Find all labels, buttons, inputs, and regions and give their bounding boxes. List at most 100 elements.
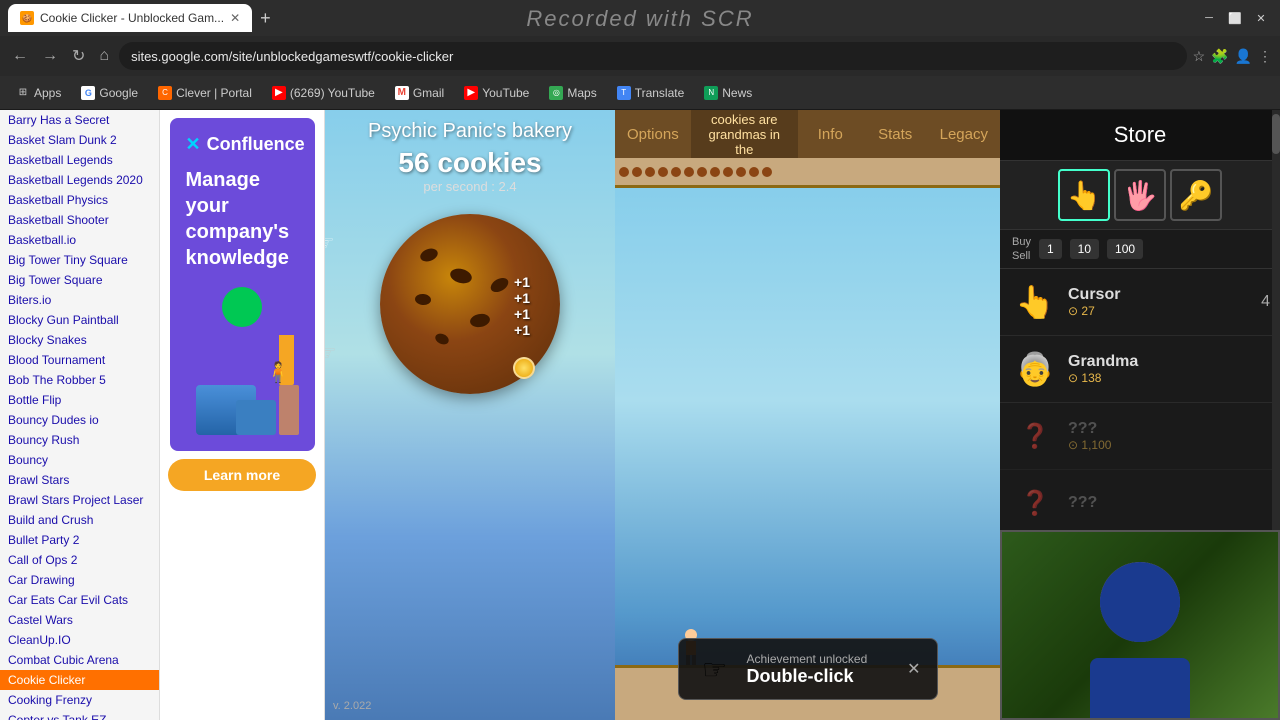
locked-2-info: ??? (1068, 494, 1262, 512)
sidebar-item-bob[interactable]: Bob The Robber 5 (0, 370, 159, 390)
reload-btn[interactable]: ↻ (68, 42, 89, 70)
sidebar-item-build-crush[interactable]: Build and Crush (0, 510, 159, 530)
sidebar-item-biters[interactable]: Biters.io (0, 290, 159, 310)
close-btn[interactable]: ✕ (1250, 7, 1272, 29)
cursor-select-1[interactable]: 👆 (1058, 169, 1110, 221)
achievement-title: Achievement unlocked (747, 652, 868, 666)
store-item-locked-2[interactable]: ❓ ??? (1000, 470, 1280, 537)
achievement-text: Achievement unlocked Double-click (747, 652, 868, 687)
bookmarks-bar: ⊞ Apps G Google C Clever | Portal ▶ (626… (0, 76, 1280, 110)
sidebar-item-bball-legends-2020[interactable]: Basketball Legends 2020 (0, 170, 159, 190)
bookmark-icon[interactable]: ☆ (1193, 48, 1206, 65)
middle-panel: Options You're cookies are grandmas in t… (615, 110, 1000, 720)
cursor-select-2[interactable]: 🖐 (1114, 169, 1166, 221)
sidebar-item-bouncy[interactable]: Bouncy (0, 450, 159, 470)
menu-icon[interactable]: ⋮ (1258, 48, 1272, 65)
bm-maps[interactable]: ◎ Maps (541, 82, 604, 104)
game-area: Psychic Panic's bakery 56 cookies per se… (325, 110, 1280, 720)
sidebar-item-bottle[interactable]: Bottle Flip (0, 390, 159, 410)
sidebar-item-car-eats[interactable]: Car Eats Car Evil Cats (0, 590, 159, 610)
news-icon: N (704, 86, 718, 100)
sidebar-item-bullet-party[interactable]: Bullet Party 2 (0, 530, 159, 550)
maps-icon: ◎ (549, 86, 563, 100)
sidebar-item-copter[interactable]: Copter vs Tank EZ (0, 710, 159, 720)
store-item-grandma[interactable]: 👵 Grandma ⊙ 138 (1000, 336, 1280, 403)
tab-close-btn[interactable]: ✕ (230, 11, 240, 25)
ad-container: ✕ Confluence Manage your company's knowl… (160, 110, 325, 720)
bm-news[interactable]: N News (696, 82, 760, 104)
sidebar-item-brawl-stars[interactable]: Brawl Stars (0, 470, 159, 490)
sidebar-item-cleanup[interactable]: CleanUp.IO (0, 630, 159, 650)
bm-gmail-label: Gmail (413, 86, 444, 100)
active-tab[interactable]: 🍪 Cookie Clicker - Unblocked Gam... ✕ (8, 4, 252, 32)
address-bar: ← → ↻ ⌂ ☆ 🧩 👤 ⋮ (0, 36, 1280, 76)
sidebar-item-cooking[interactable]: Cooking Frenzy (0, 690, 159, 710)
ad-illustration: 🧍 (186, 335, 299, 435)
sidebar-item-bball-legends[interactable]: Basketball Legends (0, 150, 159, 170)
bm-translate[interactable]: T Translate (609, 82, 693, 104)
sidebar-item-bouncy-dudes[interactable]: Bouncy Dudes io (0, 410, 159, 430)
grandma-store-icon: 👵 (1010, 344, 1060, 394)
sidebar-item-blocky-snakes[interactable]: Blocky Snakes (0, 330, 159, 350)
sidebar-item-car-drawing[interactable]: Car Drawing (0, 570, 159, 590)
sidebar-item-brawl-project[interactable]: Brawl Stars Project Laser (0, 490, 159, 510)
home-btn[interactable]: ⌂ (95, 43, 113, 69)
bm-gmail[interactable]: M Gmail (387, 82, 452, 104)
sidebar-item-barry[interactable]: Barry Has a Secret (0, 110, 159, 130)
locked-2-name: ??? (1068, 494, 1262, 512)
options-btn[interactable]: Options (615, 110, 691, 158)
sidebar-item-bouncy-rush[interactable]: Bouncy Rush (0, 430, 159, 450)
sidebar-item-combat[interactable]: Combat Cubic Arena (0, 650, 159, 670)
qty-10-btn[interactable]: 10 (1070, 239, 1099, 259)
sidebar-item-basket[interactable]: Basket Slam Dunk 2 (0, 130, 159, 150)
cursor-name: Cursor (1068, 286, 1253, 304)
cursor-select-3[interactable]: 🔑 (1170, 169, 1222, 221)
bm-youtube[interactable]: ▶ YouTube (456, 82, 537, 104)
confluence-icon: ✕ (186, 134, 201, 155)
qty-1-btn[interactable]: 1 (1039, 239, 1062, 259)
forward-btn[interactable]: → (38, 43, 62, 69)
legacy-btn[interactable]: Legacy (928, 110, 1000, 158)
sidebar-item-big-tower-square[interactable]: Big Tower Square (0, 270, 159, 290)
grandma-cost: ⊙ 138 (1068, 371, 1262, 385)
main-content: Barry Has a Secret Basket Slam Dunk 2 Ba… (0, 110, 1280, 720)
bm-google[interactable]: G Google (73, 82, 146, 104)
info-btn[interactable]: Info (798, 110, 863, 158)
webcam-head (1100, 562, 1180, 642)
back-btn[interactable]: ← (8, 43, 32, 69)
bm-clever[interactable]: C Clever | Portal (150, 82, 260, 104)
buy-sell-row: Buy Sell 1 10 100 (1000, 230, 1280, 269)
apps-icon: ⊞ (16, 86, 30, 100)
sidebar-item-blood[interactable]: Blood Tournament (0, 350, 159, 370)
translate-icon: T (617, 86, 631, 100)
ad-learn-btn[interactable]: Learn more (168, 459, 316, 491)
sidebar-item-call-ops[interactable]: Call of Ops 2 (0, 550, 159, 570)
sidebar-item-blocky-gun[interactable]: Blocky Gun Paintball (0, 310, 159, 330)
bm-yt-count[interactable]: ▶ (6269) YouTube (264, 82, 383, 104)
address-input[interactable] (119, 42, 1186, 70)
profile-icon[interactable]: 👤 (1235, 48, 1252, 65)
stats-btn[interactable]: Stats (863, 110, 928, 158)
google-icon: G (81, 86, 95, 100)
extension-icon[interactable]: 🧩 (1211, 48, 1228, 65)
store-item-locked-1[interactable]: ❓ ??? ⊙ 1,100 (1000, 403, 1280, 470)
cookie-clickable[interactable]: +1+1+1+1 (380, 214, 560, 394)
maximize-btn[interactable]: ⬜ (1224, 7, 1246, 29)
sidebar-item-cookie[interactable]: Cookie Clicker (0, 670, 159, 690)
news-ticker: You're cookies are grandmas in the neigh… (691, 110, 798, 158)
sidebar-item-bball-io[interactable]: Basketball.io (0, 230, 159, 250)
webcam-body (1090, 658, 1190, 718)
bm-apps[interactable]: ⊞ Apps (8, 82, 69, 104)
sidebar-item-bball-physics[interactable]: Basketball Physics (0, 190, 159, 210)
sidebar-item-big-tower-tiny[interactable]: Big Tower Tiny Square (0, 250, 159, 270)
store-item-cursor[interactable]: 👆 Cursor ⊙ 27 4 (1000, 269, 1280, 336)
achievement-close-btn[interactable]: ✕ (907, 659, 920, 679)
sidebar-item-castel[interactable]: Castel Wars (0, 610, 159, 630)
new-tab-btn[interactable]: + (252, 8, 279, 29)
ad-bubble-graphic (222, 287, 262, 327)
store-header: Store (1000, 110, 1280, 161)
store-scrollbar-thumb[interactable] (1272, 114, 1280, 154)
minimize-btn[interactable]: ─ (1198, 7, 1220, 29)
sidebar-item-bball-shooter[interactable]: Basketball Shooter (0, 210, 159, 230)
qty-100-btn[interactable]: 100 (1107, 239, 1143, 259)
